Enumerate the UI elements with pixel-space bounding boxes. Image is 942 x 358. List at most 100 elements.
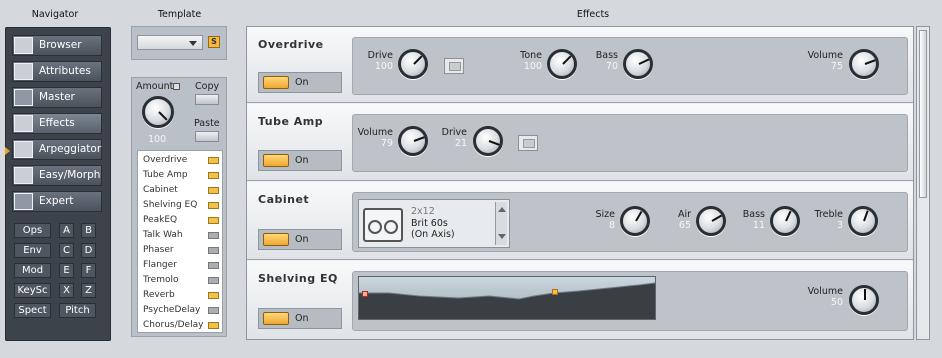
effect-enabled-led-icon[interactable] — [208, 277, 219, 284]
env-button[interactable]: Env — [14, 243, 51, 258]
effect-enabled-led-icon[interactable] — [208, 217, 219, 224]
drive-knob[interactable] — [398, 49, 428, 79]
ops-button[interactable]: Ops — [14, 223, 51, 238]
eq-curve-display[interactable] — [358, 276, 656, 320]
scroll-up-icon[interactable] — [498, 207, 506, 212]
effect-list-item[interactable]: Phaser — [140, 243, 222, 258]
volume-knob[interactable] — [398, 126, 428, 156]
overdrive-option-button[interactable] — [444, 58, 464, 74]
effect-list-item[interactable]: Flanger — [140, 258, 222, 273]
nav-label: Master — [39, 91, 75, 103]
effect-enabled-led-icon[interactable] — [208, 247, 219, 254]
size-knob[interactable] — [620, 206, 650, 236]
nav-expert-button[interactable]: Expert — [12, 191, 102, 212]
attributes-icon — [14, 63, 33, 80]
gear-icon — [14, 89, 33, 106]
effect-list-item[interactable]: Shelving EQ — [140, 198, 222, 213]
z-button[interactable]: Z — [81, 283, 96, 298]
nav-easymorph-button[interactable]: Easy/Morph — [12, 165, 102, 186]
scroll-down-icon[interactable] — [498, 234, 506, 239]
spect-button[interactable]: Spect — [14, 303, 51, 318]
effect-enabled-led-icon[interactable] — [208, 157, 219, 164]
effect-list-item[interactable]: Reverb — [140, 288, 222, 303]
shelvingeq-title: Shelving EQ — [258, 272, 338, 285]
save-template-button[interactable]: S — [208, 36, 220, 48]
tubeamp-title: Tube Amp — [258, 115, 324, 128]
nav-master-button[interactable]: Master — [12, 87, 102, 108]
effect-enabled-led-icon[interactable] — [208, 172, 219, 179]
c-button[interactable]: C — [59, 243, 74, 258]
air-knob[interactable] — [696, 206, 726, 236]
f-button[interactable]: F — [81, 263, 96, 278]
effect-list-label: Phaser — [143, 245, 174, 255]
nav-effects-button[interactable]: Effects — [12, 113, 102, 134]
cabinet-selector[interactable]: 2x12 Brit 60s (On Axis) — [358, 199, 510, 248]
effect-list-item[interactable]: Chorus/Delay — [140, 318, 222, 333]
keysc-button[interactable]: KeySc — [14, 283, 51, 298]
overdrive-on-toggle[interactable]: On — [258, 72, 342, 93]
tubeamp-option-button[interactable] — [518, 135, 538, 151]
tone-label: Tone — [520, 50, 542, 61]
nav-browser-button[interactable]: Browser — [12, 35, 102, 56]
d-button[interactable]: D — [81, 243, 96, 258]
nav-arpeggiator-button[interactable]: Arpeggiator — [12, 139, 102, 160]
a-button[interactable]: A — [59, 223, 74, 238]
cabinet-scrollbar[interactable] — [495, 202, 507, 245]
effect-enabled-led-icon[interactable] — [208, 307, 219, 314]
volume-label: Volume — [807, 286, 843, 297]
bass-knob[interactable] — [770, 206, 800, 236]
bass-knob[interactable] — [623, 49, 653, 79]
x-button[interactable]: X — [59, 283, 74, 298]
effect-list-item[interactable]: PsycheDelay — [140, 303, 222, 318]
pitch-button[interactable]: Pitch — [59, 303, 96, 318]
bass-label: Bass — [742, 209, 765, 220]
drive-knob[interactable] — [473, 126, 503, 156]
volume-value: 75 — [830, 61, 843, 72]
paste-button[interactable] — [195, 131, 219, 142]
effect-list-label: Tube Amp — [143, 170, 188, 180]
shelvingeq-on-toggle[interactable]: On — [258, 308, 342, 329]
mod-button[interactable]: Mod — [14, 263, 51, 278]
e-button[interactable]: E — [59, 263, 74, 278]
volume-knob[interactable] — [849, 49, 879, 79]
effect-list-item[interactable]: PeakEQ — [140, 213, 222, 228]
effect-list-item[interactable]: Tremolo — [140, 273, 222, 288]
effect-enabled-led-icon[interactable] — [208, 202, 219, 209]
effect-enabled-led-icon[interactable] — [208, 232, 219, 239]
effect-list-item[interactable]: Cabinet — [140, 183, 222, 198]
on-led-button[interactable] — [263, 312, 289, 325]
amount-menu-icon[interactable] — [173, 83, 180, 90]
copy-label: Copy — [195, 81, 220, 92]
low-shelf-handle[interactable] — [362, 291, 368, 297]
tubeamp-on-toggle[interactable]: On — [258, 150, 342, 171]
high-shelf-handle[interactable] — [552, 289, 558, 295]
effects-scrollbar[interactable] — [916, 26, 930, 340]
scrollbar-thumb[interactable] — [919, 30, 927, 198]
navigator-header: Navigator — [31, 9, 79, 20]
effect-enabled-led-icon[interactable] — [208, 292, 219, 299]
bass-value: 70 — [605, 61, 618, 72]
nav-attributes-button[interactable]: Attributes — [12, 61, 102, 82]
on-led-button[interactable] — [263, 76, 289, 89]
volume-knob[interactable] — [849, 285, 879, 315]
amount-knob[interactable] — [142, 96, 174, 128]
b-button[interactable]: B — [81, 223, 96, 238]
effect-list-item[interactable]: Talk Wah — [140, 228, 222, 243]
effect-list-item[interactable]: Overdrive — [140, 153, 222, 168]
template-dropdown[interactable] — [137, 35, 203, 50]
drive-value: 21 — [454, 138, 467, 149]
effect-list-item[interactable]: Tube Amp — [140, 168, 222, 183]
tone-knob[interactable] — [547, 49, 577, 79]
effect-enabled-led-icon[interactable] — [208, 262, 219, 269]
on-label: On — [295, 155, 309, 166]
effect-enabled-led-icon[interactable] — [208, 322, 219, 329]
effect-enabled-led-icon[interactable] — [208, 187, 219, 194]
copy-button[interactable] — [195, 94, 219, 105]
on-led-button[interactable] — [263, 154, 289, 167]
size-value: 8 — [608, 220, 615, 231]
treble-knob[interactable] — [848, 206, 878, 236]
on-led-button[interactable] — [263, 233, 289, 246]
cabinet-on-toggle[interactable]: On — [258, 229, 342, 250]
effect-list-label: Talk Wah — [143, 230, 183, 240]
treble-label: Treble — [814, 209, 843, 220]
